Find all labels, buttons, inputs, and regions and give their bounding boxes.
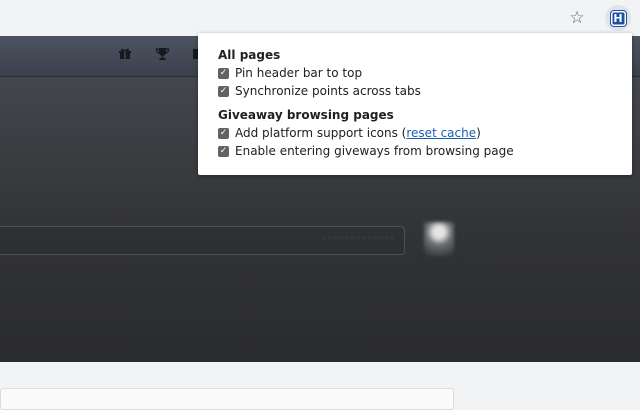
section-title-giveaway-browsing: Giveaway browsing pages: [218, 108, 394, 122]
gift-icon[interactable]: [118, 48, 132, 62]
option-label: Add platform support icons (: [235, 126, 407, 140]
page-bottom: [0, 362, 640, 410]
checkbox-enter-giveaways[interactable]: ✓: [218, 145, 229, 157]
comment-input-box[interactable]: · · · · · · · · · · · · ·: [0, 226, 405, 255]
blurred-comment-text: · · · · · · · · · · · · ·: [322, 234, 394, 244]
browser-toolbar: ☆ H: [0, 0, 640, 36]
checkbox-sync-points[interactable]: ✓: [218, 85, 229, 97]
avatar: [424, 222, 454, 256]
option-sync-points[interactable]: ✓ Synchronize points across tabs: [218, 83, 421, 99]
option-label: Synchronize points across tabs: [235, 84, 421, 98]
extension-h-icon: H: [610, 10, 626, 26]
section-title-all-pages: All pages: [218, 48, 281, 62]
option-pin-header[interactable]: ✓ Pin header bar to top: [218, 65, 362, 81]
star-icon[interactable]: ☆: [566, 7, 588, 29]
checkbox-platform-icons[interactable]: ✓: [218, 127, 229, 139]
extension-button[interactable]: H: [605, 5, 631, 31]
option-label-suffix: ): [476, 126, 481, 140]
trophy-icon[interactable]: [155, 48, 169, 62]
reset-cache-link[interactable]: reset cache: [406, 126, 476, 140]
content-card: [0, 388, 454, 410]
option-enter-giveaways[interactable]: ✓ Enable entering giveways from browsing…: [218, 143, 514, 159]
extension-popup: All pages ✓ Pin header bar to top ✓ Sync…: [198, 33, 632, 175]
checkbox-pin-header[interactable]: ✓: [218, 67, 229, 79]
option-platform-icons[interactable]: ✓ Add platform support icons (reset cach…: [218, 125, 481, 141]
option-label: Pin header bar to top: [235, 66, 363, 80]
option-label: Enable entering giveways from browsing p…: [235, 144, 514, 158]
